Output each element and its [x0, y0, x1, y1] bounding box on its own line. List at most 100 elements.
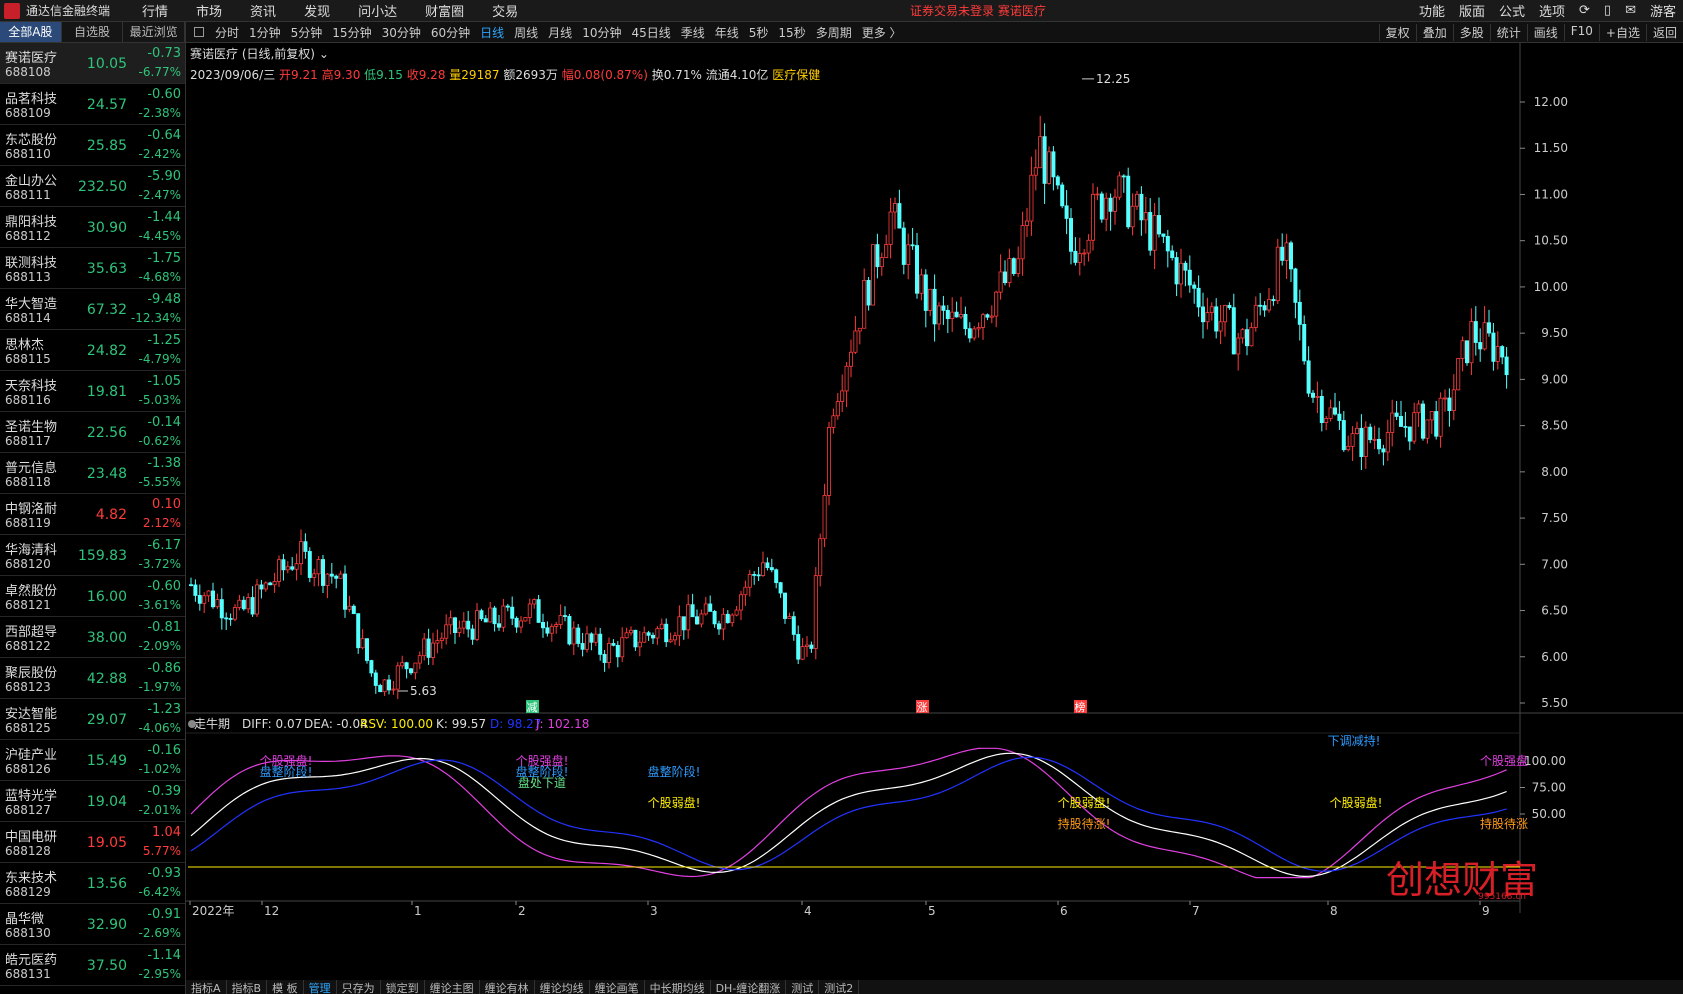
indicator-tab-10[interactable]: 中长期均线 — [645, 980, 711, 994]
period-2[interactable]: 5分钟 — [286, 24, 328, 41]
period-7[interactable]: 周线 — [509, 24, 543, 41]
stock-row[interactable]: 蓝特光学 688127 19.04 -0.39 -2.01% — [0, 781, 185, 822]
stock-row[interactable]: 东来技术 688129 13.56 -0.93 -6.42% — [0, 863, 185, 904]
chart-tool-6[interactable]: +自选 — [1598, 23, 1646, 41]
time-axis-label: 9 — [1482, 904, 1490, 918]
period-9[interactable]: 10分钟 — [577, 24, 626, 41]
stock-row[interactable]: 思林杰 688115 24.82 -1.25 -4.79% — [0, 330, 185, 371]
stock-row[interactable]: 安达智能 688125 29.07 -1.23 -4.06% — [0, 699, 185, 740]
period-14[interactable]: 15秒 — [773, 24, 810, 41]
menu-formula[interactable]: 公式 — [1492, 1, 1532, 20]
stock-row[interactable]: 金山办公 688111 232.50 -5.90 -2.47% — [0, 166, 185, 207]
indicator-tab-12[interactable]: 测试 — [786, 980, 820, 994]
tab-all-a-shares[interactable]: 全部A股 — [0, 22, 62, 42]
candle-body — [391, 688, 396, 691]
candle-body — [932, 288, 937, 325]
menu-discover[interactable]: 发现 — [290, 1, 344, 20]
period-1[interactable]: 1分钟 — [244, 24, 286, 41]
period-15[interactable]: 多周期 — [811, 24, 857, 41]
stock-code: 688122 — [5, 639, 51, 653]
indicator-tab-6[interactable]: 缠论主图 — [425, 980, 480, 994]
stock-row[interactable]: 联测科技 688113 35.63 -1.75 -4.68% — [0, 248, 185, 289]
menu-layout[interactable]: 版面 — [1452, 1, 1492, 20]
period-0[interactable]: 分时 — [210, 24, 244, 41]
period-6[interactable]: 日线 — [475, 24, 509, 41]
mail-icon[interactable]: ✉ — [1618, 3, 1643, 18]
period-11[interactable]: 季线 — [676, 24, 710, 41]
candle-body — [602, 653, 607, 663]
candle-body — [290, 566, 295, 570]
stock-row[interactable]: 沪硅产业 688126 15.49 -0.16 -1.02% — [0, 740, 185, 781]
period-3[interactable]: 15分钟 — [327, 24, 376, 41]
candle-body — [426, 638, 431, 658]
candle-body — [747, 574, 752, 588]
menu-trade[interactable]: 交易 — [478, 1, 532, 20]
user-label[interactable]: 游客 — [1643, 1, 1683, 20]
indicator-tab-11[interactable]: DH-缠论翻涨 — [711, 980, 787, 994]
indicator-tab-8[interactable]: 缠论均线 — [535, 980, 590, 994]
candle-body — [730, 614, 735, 624]
chart-tool-0[interactable]: 复权 — [1378, 23, 1416, 41]
stock-price: 159.83 — [78, 548, 127, 564]
chart-tool-1[interactable]: 叠加 — [1415, 23, 1453, 41]
period-8[interactable]: 月线 — [543, 24, 577, 41]
menu-news[interactable]: 资讯 — [236, 1, 290, 20]
menu-wealth[interactable]: 财富圈 — [411, 1, 478, 20]
refresh-icon[interactable]: ⟳ — [1572, 3, 1597, 18]
menu-markets[interactable]: 市场 — [182, 1, 236, 20]
stock-name: 圣诺生物 — [5, 420, 58, 435]
stock-row[interactable]: 中钢洛耐 688119 4.82 0.10 2.12% — [0, 494, 185, 535]
stock-row[interactable]: 卓然股份 688121 16.00 -0.60 -3.61% — [0, 576, 185, 617]
price-axis-label: 7.00 — [1541, 557, 1568, 571]
stock-row[interactable]: 聚辰股份 688123 42.88 -0.86 -1.97% — [0, 658, 185, 699]
stock-row[interactable]: 普元信息 688118 23.48 -1.38 -5.55% — [0, 453, 185, 494]
stock-row[interactable]: 晶华微 688130 32.90 -0.91 -2.69% — [0, 904, 185, 945]
chart-tool-4[interactable]: 画线 — [1526, 23, 1564, 41]
stock-row[interactable]: 赛诺医疗 688108 10.05 -0.73 -6.77% — [0, 43, 185, 84]
tab-watchlist[interactable]: 自选股 — [61, 22, 124, 42]
indicator-tab-13[interactable]: 测试2 — [819, 980, 860, 994]
stock-row[interactable]: 西部超导 688122 38.00 -0.81 -2.09% — [0, 617, 185, 658]
candle-body — [796, 634, 801, 660]
indicator-tab-0[interactable]: 指标A — [186, 980, 227, 994]
stock-row[interactable]: 华大智造 688114 67.32 -9.48 -12.34% — [0, 289, 185, 330]
period-5[interactable]: 60分钟 — [426, 24, 475, 41]
menu-ask[interactable]: 问小达 — [344, 1, 411, 20]
panel-toggle-icon[interactable] — [194, 27, 204, 37]
indicator-tab-1[interactable]: 指标B — [227, 980, 268, 994]
phone-icon[interactable]: ▯ — [1597, 3, 1618, 18]
period-4[interactable]: 30分钟 — [377, 24, 426, 41]
chart-tool-3[interactable]: 统计 — [1489, 23, 1527, 41]
indicator-tab-2[interactable]: 模 板 — [267, 980, 304, 994]
stock-row[interactable]: 中国电研 688128 19.05 1.04 5.77% — [0, 822, 185, 863]
login-notice[interactable]: 证券交易未登录 赛诺医疗 — [910, 2, 1046, 19]
stock-row[interactable]: 华海清科 688120 159.83 -6.17 -3.72% — [0, 535, 185, 576]
menu-options[interactable]: 选项 — [1532, 1, 1572, 20]
chart-tool-2[interactable]: 多股 — [1452, 23, 1490, 41]
period-13[interactable]: 5秒 — [744, 24, 774, 41]
stock-row[interactable]: 品茗科技 688109 24.57 -0.60 -2.38% — [0, 84, 185, 125]
stock-row[interactable]: 东芯股份 688110 25.85 -0.64 -2.42% — [0, 125, 185, 166]
menu-function[interactable]: 功能 — [1412, 1, 1452, 20]
stock-row[interactable]: 圣诺生物 688117 22.56 -0.14 -0.62% — [0, 412, 185, 453]
stock-price: 42.88 — [86, 671, 127, 687]
indicator-tab-4[interactable]: 只存为 — [337, 980, 381, 994]
stock-row[interactable]: 皓元医药 688131 37.50 -1.14 -2.95% — [0, 945, 185, 986]
candle-body — [466, 620, 471, 630]
period-10[interactable]: 45日线 — [626, 24, 675, 41]
stock-name: 联测科技 — [5, 256, 58, 271]
indicator-tab-9[interactable]: 缠论画笔 — [590, 980, 645, 994]
period-12[interactable]: 年线 — [710, 24, 744, 41]
indicator-tab-5[interactable]: 锁定到 — [381, 980, 425, 994]
tab-recent[interactable]: 最近浏览 — [123, 22, 186, 42]
indicator-tab-3[interactable]: 管理 — [304, 980, 337, 994]
menu-market[interactable]: 行情 — [128, 1, 182, 20]
chart-tool-5[interactable]: F10 — [1563, 23, 1599, 41]
indicator-tab-7[interactable]: 缠论有林 — [480, 980, 535, 994]
period-16[interactable]: 更多 〉 — [857, 24, 907, 41]
chart-tool-7[interactable]: 返回 — [1645, 23, 1683, 41]
stock-row[interactable]: 天奈科技 688116 19.81 -1.05 -5.03% — [0, 371, 185, 412]
kline-chart[interactable]: 12.00 11.50 11.00 10.50 10.00 9.50 9.00 8.50 8.0… — [186, 43, 1683, 980]
stock-row[interactable]: 鼎阳科技 688112 30.90 -1.44 -4.45% — [0, 207, 185, 248]
candle-body — [1196, 287, 1201, 308]
